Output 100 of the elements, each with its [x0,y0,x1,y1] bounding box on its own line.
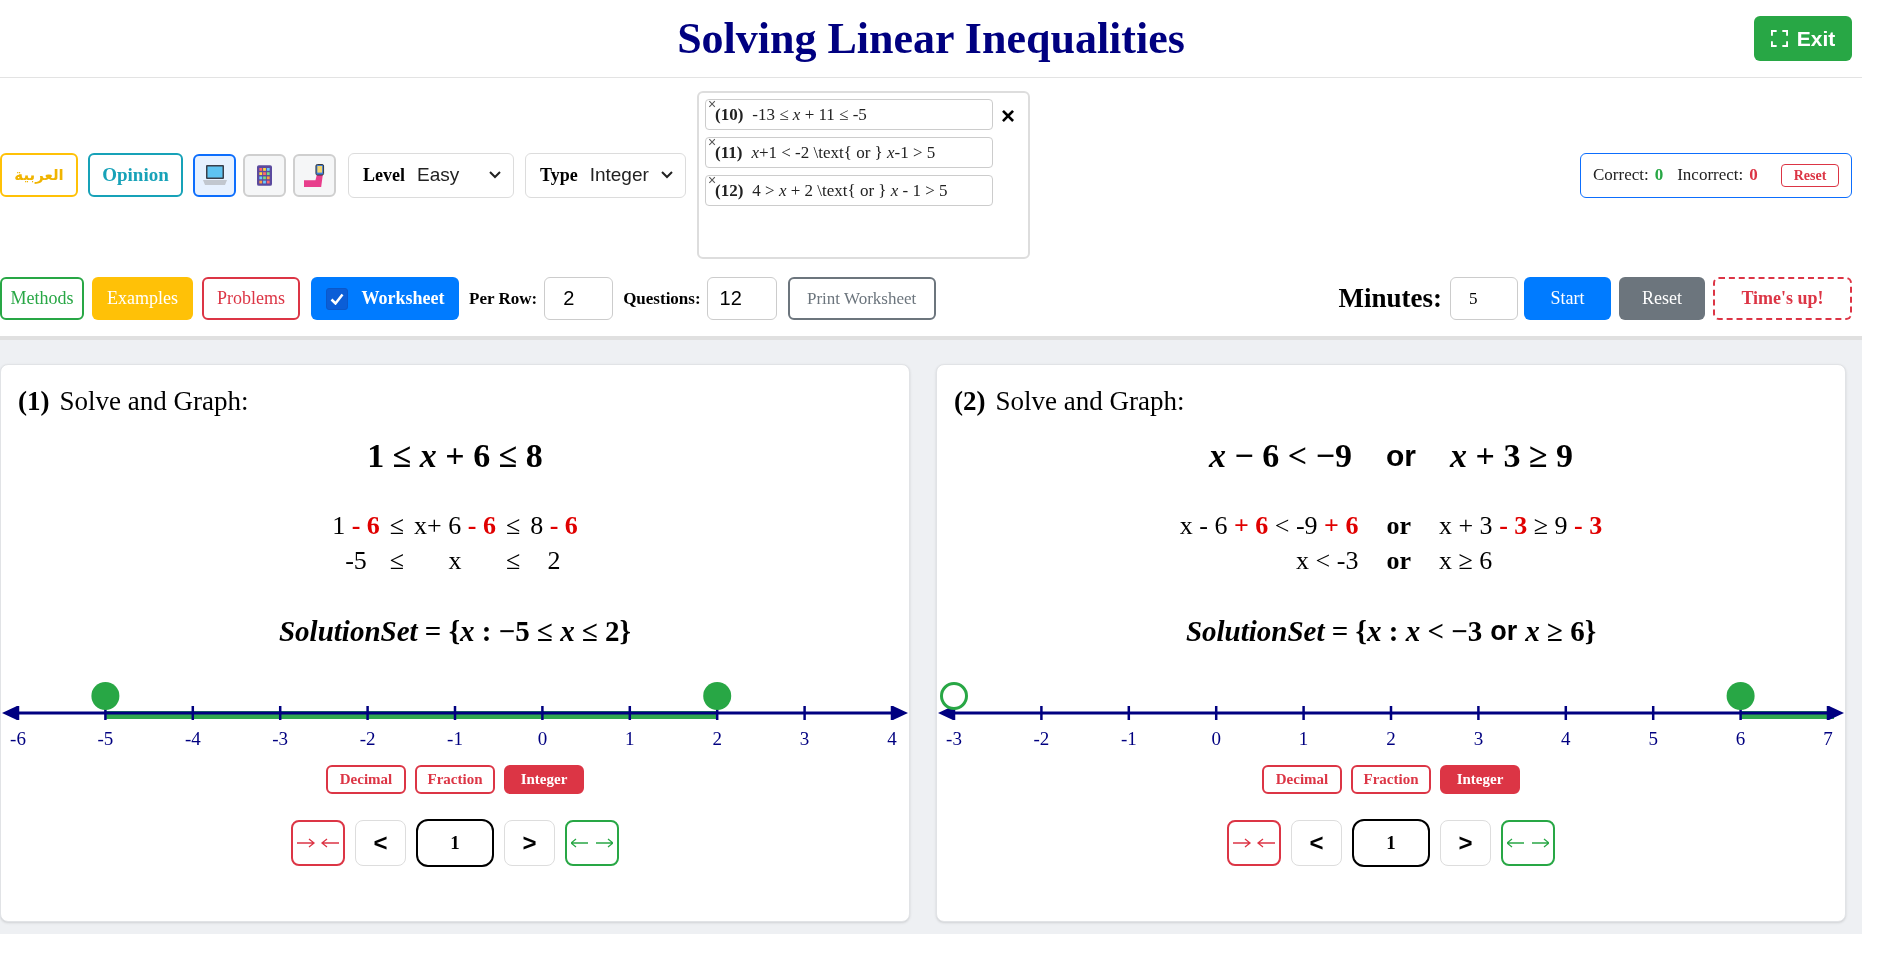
per-row-label: Per Row: [469,287,538,310]
incorrect-label: Incorrect: [1677,164,1744,187]
equation-text: 1 ≤ x + 6 ≤ 8 [367,436,543,476]
format-button[interactable]: Integer [1440,765,1520,794]
keypad-icon [257,164,272,186]
step-text: ≤ [505,510,521,542]
format-button[interactable]: Fraction [1351,765,1431,794]
tick-label: 2 [1386,728,1396,749]
problem-text: 4 > x + 2 \text{ or } x - 1 > 5 [752,179,948,202]
problem-number: (10) [715,103,744,126]
remove-button[interactable]: × [708,173,717,187]
arrows-inward-icon [1233,837,1275,849]
arrows-inward-icon [297,837,339,849]
questions-field[interactable]: 12 [706,277,777,320]
tick-label: -2 [1033,728,1050,749]
step-text: ≤ [505,545,521,577]
step-text: x + 3 - 3 ≥ 9 - 3 [1438,510,1603,542]
problem-text: -13 ≤ x + 11 ≤ -5 [752,103,867,126]
solution-set-text: SolutionSet = {x : −5 ≤ x ≤ 2} [279,614,631,648]
problem-list-item[interactable]: ×(12) 4 > x + 2 \text{ or } x - 1 > 5 [705,175,993,206]
step-text: x < -3 [1295,545,1359,577]
solution-set-text: SolutionSet = {x : x < −3 [1185,614,1483,648]
remove-button[interactable]: × [708,135,717,149]
step-text: ≤ [389,545,405,577]
page-field[interactable]: 1 [1352,819,1430,867]
tick-label: 2 [712,728,722,749]
worksheet-button[interactable]: Worksheet [311,277,459,320]
connector-word: or [1386,438,1417,474]
problem-prompt: Solve and Graph: [59,385,249,417]
page-title: Solving Linear Inequalities [677,12,1185,65]
per-row-field[interactable]: 2 [544,277,614,320]
minutes-label: Minutes: [1338,282,1442,316]
reset-score-button[interactable]: Reset [1781,163,1839,187]
tick-label: 1 [625,728,635,749]
problems-button[interactable]: Problems [202,277,300,320]
tick-label: 0 [1211,728,1221,749]
page-field[interactable]: 1 [416,819,494,867]
step-text: -5 [344,545,368,577]
problem-list-item[interactable]: ×(10) -13 ≤ x + 11 ≤ -5 [705,99,993,130]
type-select[interactable]: Type Integer [525,152,686,198]
problem-number: (2) [954,385,986,417]
questions-label: Questions: [623,287,701,310]
tick-label: 0 [537,728,548,749]
tick-label: 5 [1648,728,1658,749]
problem-list-item[interactable]: ×(11) x+1 < -2 \text{ or } x-1 > 5 [705,137,993,168]
problem-number: (12) [715,179,744,202]
incorrect-count: 0 [1749,164,1758,187]
solution-set-text: x ≥ 6} [1525,614,1597,648]
expand-button[interactable] [565,820,619,866]
level-select[interactable]: Level Easy [348,152,514,198]
phone-in-hand-icon [304,163,325,187]
step-text: x ≥ 6 [1438,545,1494,577]
chevron-down-icon [489,171,501,179]
step-text: 8 - 6 [530,510,578,542]
problem-number: (11) [715,141,743,164]
next-button[interactable]: > [1440,820,1491,866]
next-button[interactable]: > [504,820,555,866]
step-text: 2 [546,545,562,577]
collapse-button[interactable] [291,820,345,866]
close-button[interactable]: × [1001,104,1015,128]
tick-label: -6 [10,728,26,749]
tick-label: 6 [1735,728,1746,749]
tick-label: 1 [1298,728,1309,749]
expand-button[interactable] [1501,820,1555,866]
remove-button[interactable]: × [708,97,717,111]
collapse-button[interactable] [1227,820,1281,866]
step-text: 1 - 6 [332,510,380,542]
worksheet-checkbox[interactable] [325,287,348,310]
tick-label: -3 [272,728,289,749]
connector-word: or [1490,615,1518,648]
timer-status: Time's up! [1713,277,1852,320]
tick-label: 4 [1561,728,1571,749]
previous-button[interactable]: < [1291,820,1342,866]
arrows-outward-icon [1507,837,1549,849]
check-icon [329,292,344,305]
print-worksheet-button[interactable]: Print Worksheet [787,277,936,320]
format-button[interactable]: Fraction [415,765,495,794]
reset-timer-button[interactable]: Reset [1619,277,1705,320]
step-text: x - 6 + 6 < -9 + 6 [1179,510,1359,542]
equation-text: x − 6 < −9 [1208,436,1353,476]
fullscreen-icon [1770,30,1788,47]
arrows-outward-icon [571,837,613,849]
tick-label: -4 [184,728,201,749]
tick-label: -1 [447,728,463,749]
tick-label: 3 [799,728,810,749]
chevron-down-icon [661,171,673,179]
minutes-field[interactable]: 5 [1450,277,1518,320]
equation-text: x + 3 ≥ 9 [1450,436,1574,476]
tick-label: -5 [97,728,114,749]
start-button[interactable]: Start [1524,277,1611,320]
tick-label: -3 [946,728,962,749]
format-button[interactable]: Decimal [1262,765,1342,794]
format-button[interactable]: Integer [504,765,584,794]
format-button[interactable]: Decimal [326,765,406,794]
connector-word: or [1386,510,1411,542]
tick-label: -2 [359,728,376,749]
correct-label: Correct: [1593,164,1649,187]
connector-word: or [1386,545,1411,577]
previous-button[interactable]: < [355,820,406,866]
view-button[interactable] [193,153,236,197]
